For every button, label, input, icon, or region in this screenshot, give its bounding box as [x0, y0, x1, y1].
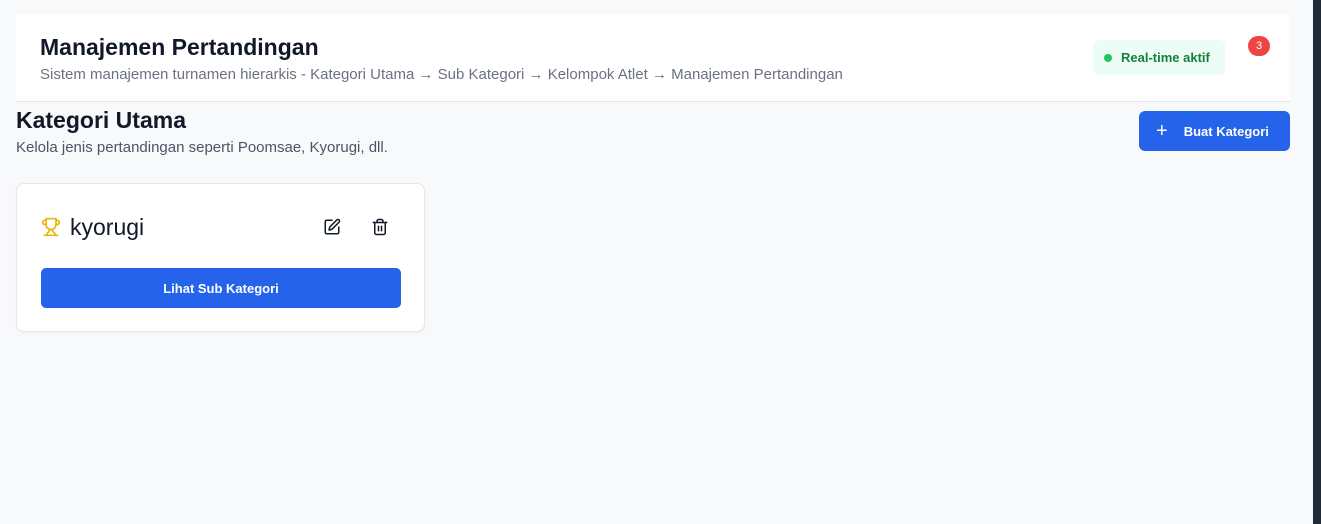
status-dot-icon [1104, 53, 1112, 62]
category-card: kyorugi Lihat Sub Kategori [16, 183, 425, 332]
create-category-label: Buat Kategori [1183, 123, 1269, 139]
notification-count-badge[interactable]: 3 [1248, 36, 1270, 56]
page-title: Manajemen Pertandingan [40, 34, 319, 60]
plus-icon: + [1156, 120, 1168, 142]
trash-icon[interactable] [371, 218, 389, 236]
window-edge [1313, 0, 1321, 524]
create-category-button[interactable]: + Buat Kategori [1139, 111, 1290, 151]
category-name: kyorugi [70, 214, 145, 240]
edit-icon[interactable] [323, 218, 341, 236]
page-subtitle: Sistem manajemen turnamen hierarkis - Ka… [40, 66, 843, 83]
page: Manajemen Pertandingan Sistem manajemen … [0, 0, 1321, 524]
page-header: Manajemen Pertandingan Sistem manajemen … [16, 14, 1290, 102]
realtime-status-label: Real-time aktif [1121, 50, 1210, 65]
realtime-status-badge: Real-time aktif [1093, 40, 1225, 75]
section-title: Kategori Utama [16, 107, 186, 133]
trophy-icon [41, 217, 61, 237]
section-subtitle: Kelola jenis pertandingan seperti Poomsa… [16, 139, 388, 156]
view-subcategory-button[interactable]: Lihat Sub Kategori [41, 268, 401, 308]
